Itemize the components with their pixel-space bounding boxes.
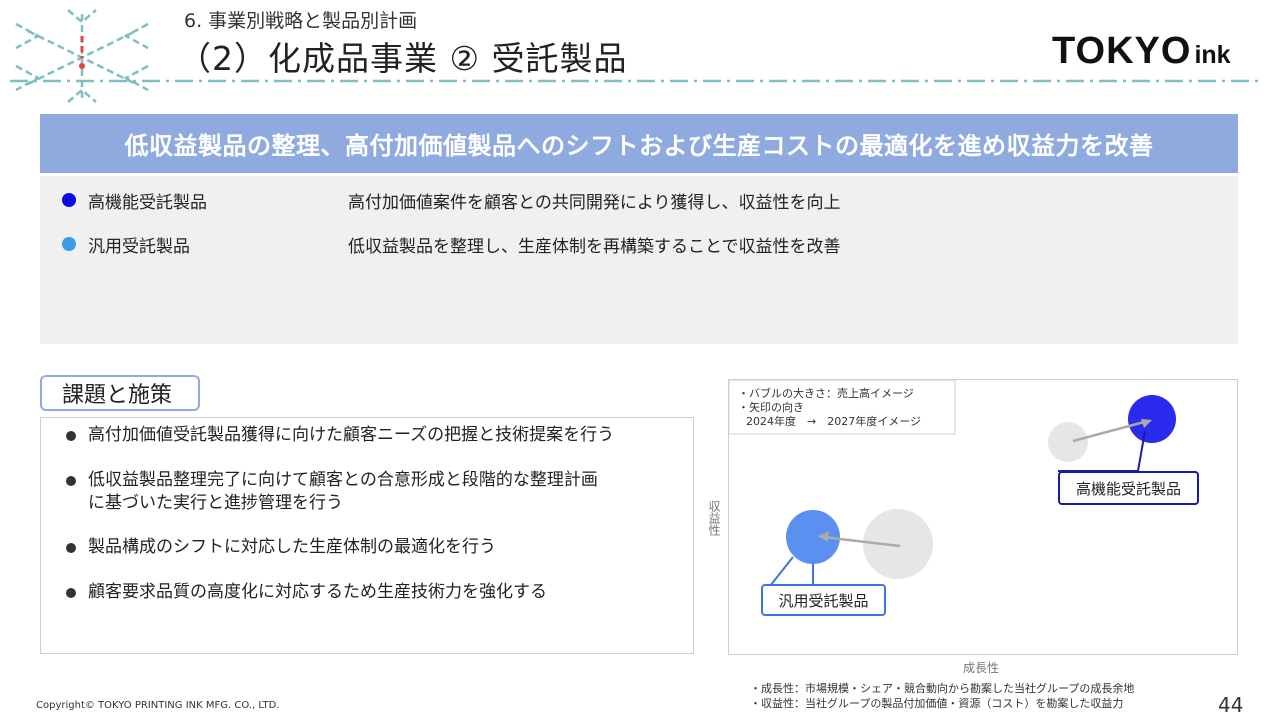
issue-item: 製品構成のシフトに対応した生産体制の最適化を行う [62,536,496,559]
issue-text: 高付加価値受託製品獲得に向けた顧客ニーズの把握と技術提案を行う [88,425,615,445]
bullet-icon [66,431,76,441]
section-label: 6. 事業別戦略と製品別計画 [184,10,418,32]
product-row-high-function: 高機能受託製品 高付加価値案件を顧客との共同開発により獲得し、収益性を向上 [62,187,841,213]
legend-note-size: ・バブルの大きさ：売上高イメージ [738,386,914,400]
issue-text-cont: に基づいた実行と進捗管理を行う [88,493,343,513]
note-profit: ・収益性：当社グループの製品付加価値・資源（コスト）を勘案した収益力 [750,697,1124,710]
bubble-high-2027 [1128,395,1176,443]
label-high-function: 高機能受託製品 [1058,471,1199,505]
snowflake-logo-icon [15,9,149,103]
logo-main-text: TOKYO [1052,30,1192,72]
page-number: 44 [1218,693,1244,717]
product-name: 汎用受託製品 [88,236,190,257]
bullet-icon [66,588,76,598]
logo-sub-text: ink [1194,41,1231,69]
header-divider [10,79,1262,83]
summary-banner: 低収益製品の整理、高付加価値製品へのシフトおよび生産コストの最適化を進め収益力を… [40,114,1238,173]
tokyo-ink-logo: TOKYO ink [1052,30,1231,73]
product-row-general: 汎用受託製品 低収益製品を整理し、生産体制を再構築することで収益性を改善 [62,231,841,257]
issues-tag: 課題と施策 [40,375,200,411]
product-name: 高機能受託製品 [88,192,207,213]
bullet-icon [66,476,76,486]
label-general: 汎用受託製品 [761,584,886,616]
chart-notes: ・成長性：市場規模・シェア・競合動向から勘案した当社グループの成長余地 ・収益性… [750,681,1134,711]
chart-xlabel: 成長性 [963,661,1000,675]
issue-text: 顧客要求品質の高度化に対応するため生産技術力を強化する [88,582,547,602]
issue-text: 製品構成のシフトに対応した生産体制の最適化を行う [88,537,496,557]
issue-item: 顧客要求品質の高度化に対応するため生産技術力を強化する [62,581,547,604]
product-desc: 高付加価値案件を顧客との共同開発により獲得し、収益性を向上 [348,192,841,213]
blue-dot-icon [62,193,76,207]
callout-line-general-1 [769,556,794,587]
slide-title: （2）化成品事業 ② 受託製品 [178,39,628,78]
light-blue-dot-icon [62,237,76,251]
bullet-icon [66,543,76,553]
legend-note-years: 2024年度 → 2027年度イメージ [746,414,921,428]
product-desc: 低収益製品を整理し、生産体制を再構築することで収益性を改善 [348,236,841,257]
note-growth: ・成長性：市場規模・シェア・競合動向から勘案した当社グループの成長余地 [750,682,1135,695]
bubble-high-2024 [1048,422,1088,462]
chart-ylabel-text: 収益性 [707,500,721,536]
issue-text: 低収益製品整理完了に向けて顧客との合意形成と段階的な整理計画 [88,470,598,490]
legend-note-arrow: ・矢印の向き [738,400,804,414]
issue-item: 低収益製品整理完了に向けて顧客との合意形成と段階的な整理計画 に基づいた実行と進捗… [62,469,598,515]
copyright: Copyright© TOKYO PRINTING INK MFG. CO., … [36,700,280,711]
issue-item: 高付加価値受託製品獲得に向けた顧客ニーズの把握と技術提案を行う [62,424,614,447]
